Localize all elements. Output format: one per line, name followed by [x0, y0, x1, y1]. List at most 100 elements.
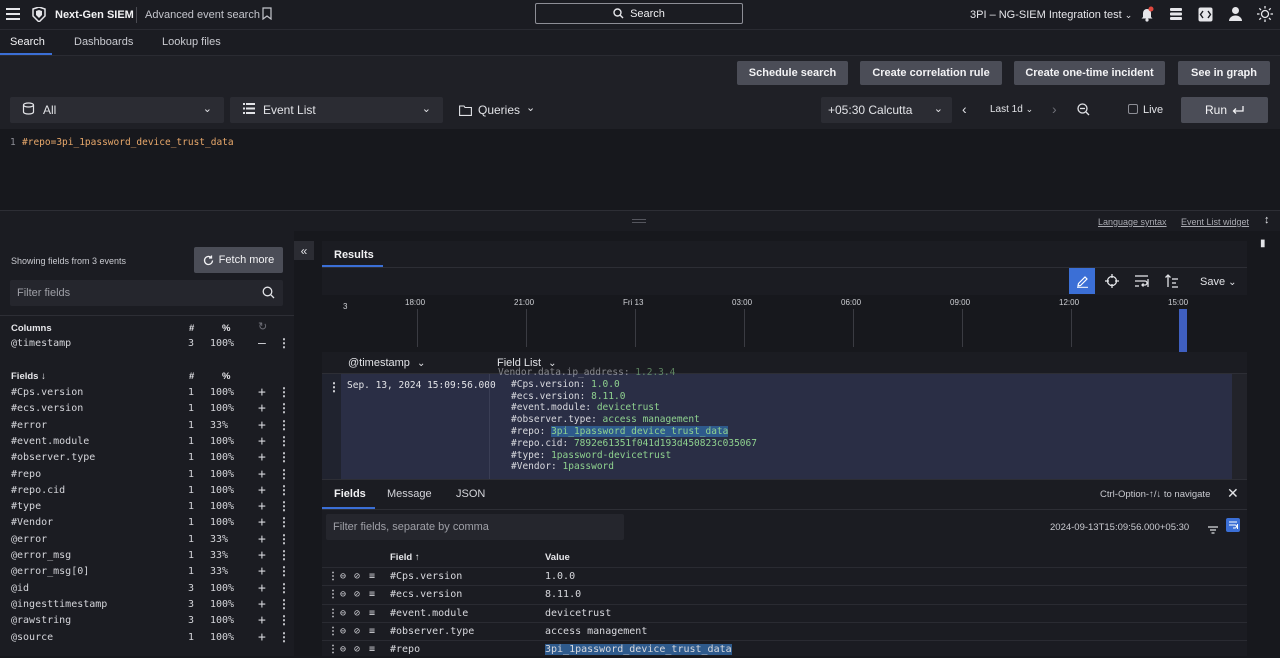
- field-row[interactable]: #error 1 33% + ⋮: [0, 418, 294, 434]
- chevron-left-icon[interactable]: ‹: [962, 101, 967, 117]
- view-select[interactable]: Event List ⌄: [230, 97, 443, 123]
- add-column-icon[interactable]: +: [258, 483, 266, 498]
- more-options-icon[interactable]: ⋮: [278, 597, 290, 611]
- edit-button[interactable]: [1069, 268, 1095, 294]
- more-options-icon[interactable]: ⋮: [278, 532, 290, 546]
- add-column-icon[interactable]: +: [258, 581, 266, 596]
- detail-row[interactable]: ⋮ ⊖ ⊘ ≡ #repo 3pi_1password_device_trust_data: [322, 640, 1247, 658]
- detail-row[interactable]: ⋮ ⊖ ⊘ ≡ #ecs.version 8.11.0: [322, 585, 1247, 603]
- notification-bell-icon[interactable]: [1140, 6, 1154, 25]
- exclude-icon[interactable]: ⊖: [340, 644, 346, 655]
- more-options-icon[interactable]: ⋮: [278, 564, 290, 578]
- sort-order-icon[interactable]: [1165, 274, 1179, 291]
- filter-icon[interactable]: ⊘: [354, 571, 360, 582]
- remove-column-icon[interactable]: –: [258, 336, 266, 351]
- field-row[interactable]: #type 1 100% + ⋮: [0, 499, 294, 515]
- add-column-icon[interactable]: +: [258, 499, 266, 514]
- more-options-icon[interactable]: ⋮: [278, 467, 290, 481]
- run-button[interactable]: Run: [1181, 97, 1268, 123]
- tab-lookup-files[interactable]: Lookup files: [162, 36, 221, 48]
- detail-row[interactable]: ⋮ ⊖ ⊘ ≡ #observer.type access management: [322, 621, 1247, 640]
- tab-message[interactable]: Message: [387, 488, 432, 500]
- detail-row[interactable]: ⋮ ⊖ ⊘ ≡ #Cps.version 1.0.0: [322, 567, 1247, 585]
- field-row[interactable]: @error 1 33% + ⋮: [0, 532, 294, 548]
- resize-handle[interactable]: [632, 219, 646, 223]
- create-correlation-rule-button[interactable]: Create correlation rule: [860, 61, 1002, 85]
- filter-icon[interactable]: ⊘: [354, 608, 360, 619]
- more-options-icon[interactable]: ⋮: [278, 630, 290, 644]
- field-row[interactable]: #Vendor 1 100% + ⋮: [0, 515, 294, 531]
- wrap-toggle-button[interactable]: [1226, 518, 1240, 532]
- tab-dashboards[interactable]: Dashboards: [74, 36, 133, 48]
- query-text[interactable]: #repo=3pi_1password_device_trust_data: [22, 137, 234, 148]
- queries-button[interactable]: Queries ⌄: [459, 102, 535, 117]
- filter-lines-icon[interactable]: [1208, 523, 1218, 537]
- field-row[interactable]: @rawstring 3 100% + ⋮: [0, 613, 294, 629]
- tab-search[interactable]: Search: [10, 36, 45, 48]
- add-column-icon[interactable]: +: [258, 434, 266, 449]
- add-column-icon[interactable]: +: [258, 613, 266, 628]
- more-options-icon[interactable]: ⋮: [278, 385, 290, 399]
- column-row[interactable]: @timestamp 3 100% – ⋮: [0, 336, 294, 352]
- exclude-icon[interactable]: ⊖: [340, 626, 346, 637]
- event-options-icon[interactable]: ⋮: [328, 380, 340, 394]
- field-row[interactable]: #Cps.version 1 100% + ⋮: [0, 385, 294, 401]
- time-range-select[interactable]: Last 1d ⌄: [990, 104, 1033, 115]
- menu-icon[interactable]: [6, 8, 20, 20]
- more-options-icon[interactable]: ⋮: [278, 483, 290, 497]
- field-row[interactable]: #repo 1 100% + ⋮: [0, 467, 294, 483]
- more-options-icon[interactable]: ⋮: [278, 499, 290, 513]
- add-to-list-icon[interactable]: ≡: [369, 571, 375, 582]
- app-title[interactable]: Next-Gen SIEM: [55, 9, 134, 21]
- time-histogram[interactable]: 3 18:00 21:00 Fri 13 03:00 06:00 09:00 12:00 15…: [322, 295, 1247, 352]
- query-editor[interactable]: 1 #repo=3pi_1password_device_trust_data: [0, 129, 1280, 211]
- see-in-graph-button[interactable]: See in graph: [1178, 61, 1270, 85]
- add-column-icon[interactable]: +: [258, 548, 266, 563]
- repository-select[interactable]: All ⌄: [10, 97, 224, 123]
- filter-icon[interactable]: ⊘: [354, 644, 360, 655]
- create-incident-button[interactable]: Create one-time incident: [1014, 61, 1165, 85]
- detail-row[interactable]: ⋮ ⊖ ⊘ ≡ #event.module devicetrust: [322, 603, 1247, 622]
- bookmark-icon[interactable]: [262, 7, 272, 23]
- pin-icon[interactable]: ▮: [1260, 238, 1266, 249]
- more-options-icon[interactable]: ⋮: [278, 613, 290, 627]
- more-options-icon[interactable]: ⋮: [278, 450, 290, 464]
- row-options-icon[interactable]: ⋮: [328, 644, 338, 655]
- field-row[interactable]: #event.module 1 100% + ⋮: [0, 434, 294, 450]
- filter-fields-input[interactable]: Filter fields: [10, 280, 283, 306]
- exclude-icon[interactable]: ⊖: [340, 589, 346, 600]
- zoom-out-icon[interactable]: [1077, 103, 1090, 119]
- field-column-header[interactable]: Field ↑: [390, 552, 420, 563]
- code-editor-icon[interactable]: [1198, 7, 1213, 25]
- field-row[interactable]: @ingesttimestamp 3 100% + ⋮: [0, 597, 294, 613]
- live-checkbox[interactable]: [1128, 104, 1138, 114]
- filter-icon[interactable]: ⊘: [354, 589, 360, 600]
- add-column-icon[interactable]: +: [258, 385, 266, 400]
- tenant-selector[interactable]: 3PI – NG-SIEM Integration test ⌄: [970, 9, 1132, 21]
- filter-icon[interactable]: ⊘: [354, 626, 360, 637]
- more-options-icon[interactable]: ⋮: [278, 515, 290, 529]
- add-column-icon[interactable]: +: [258, 401, 266, 416]
- add-column-icon[interactable]: +: [258, 467, 266, 482]
- row-options-icon[interactable]: ⋮: [328, 589, 338, 600]
- theme-toggle-icon[interactable]: [1256, 5, 1274, 26]
- field-row[interactable]: #ecs.version 1 100% + ⋮: [0, 401, 294, 417]
- add-to-list-icon[interactable]: ≡: [369, 644, 375, 655]
- row-options-icon[interactable]: ⋮: [328, 608, 338, 619]
- more-options-icon[interactable]: ⋮: [278, 581, 290, 595]
- stack-icon[interactable]: [1169, 7, 1183, 24]
- add-to-list-icon[interactable]: ≡: [369, 626, 375, 637]
- global-search-button[interactable]: Search: [535, 3, 743, 24]
- field-row[interactable]: #observer.type 1 100% + ⋮: [0, 450, 294, 466]
- event-scrollbar[interactable]: [1232, 374, 1247, 479]
- details-filter-input[interactable]: Filter fields, separate by comma: [326, 514, 624, 540]
- field-row[interactable]: @source 1 100% + ⋮: [0, 630, 294, 646]
- save-dropdown[interactable]: Save ⌄: [1200, 276, 1237, 288]
- field-row[interactable]: @id 3 100% + ⋮: [0, 581, 294, 597]
- collapse-sidebar-button[interactable]: «: [294, 241, 314, 260]
- row-options-icon[interactable]: ⋮: [328, 571, 338, 582]
- crosshair-icon[interactable]: [1105, 274, 1119, 291]
- language-syntax-link[interactable]: Language syntax: [1098, 217, 1167, 227]
- field-row[interactable]: @error_msg 1 33% + ⋮: [0, 548, 294, 564]
- tab-json[interactable]: JSON: [456, 488, 485, 500]
